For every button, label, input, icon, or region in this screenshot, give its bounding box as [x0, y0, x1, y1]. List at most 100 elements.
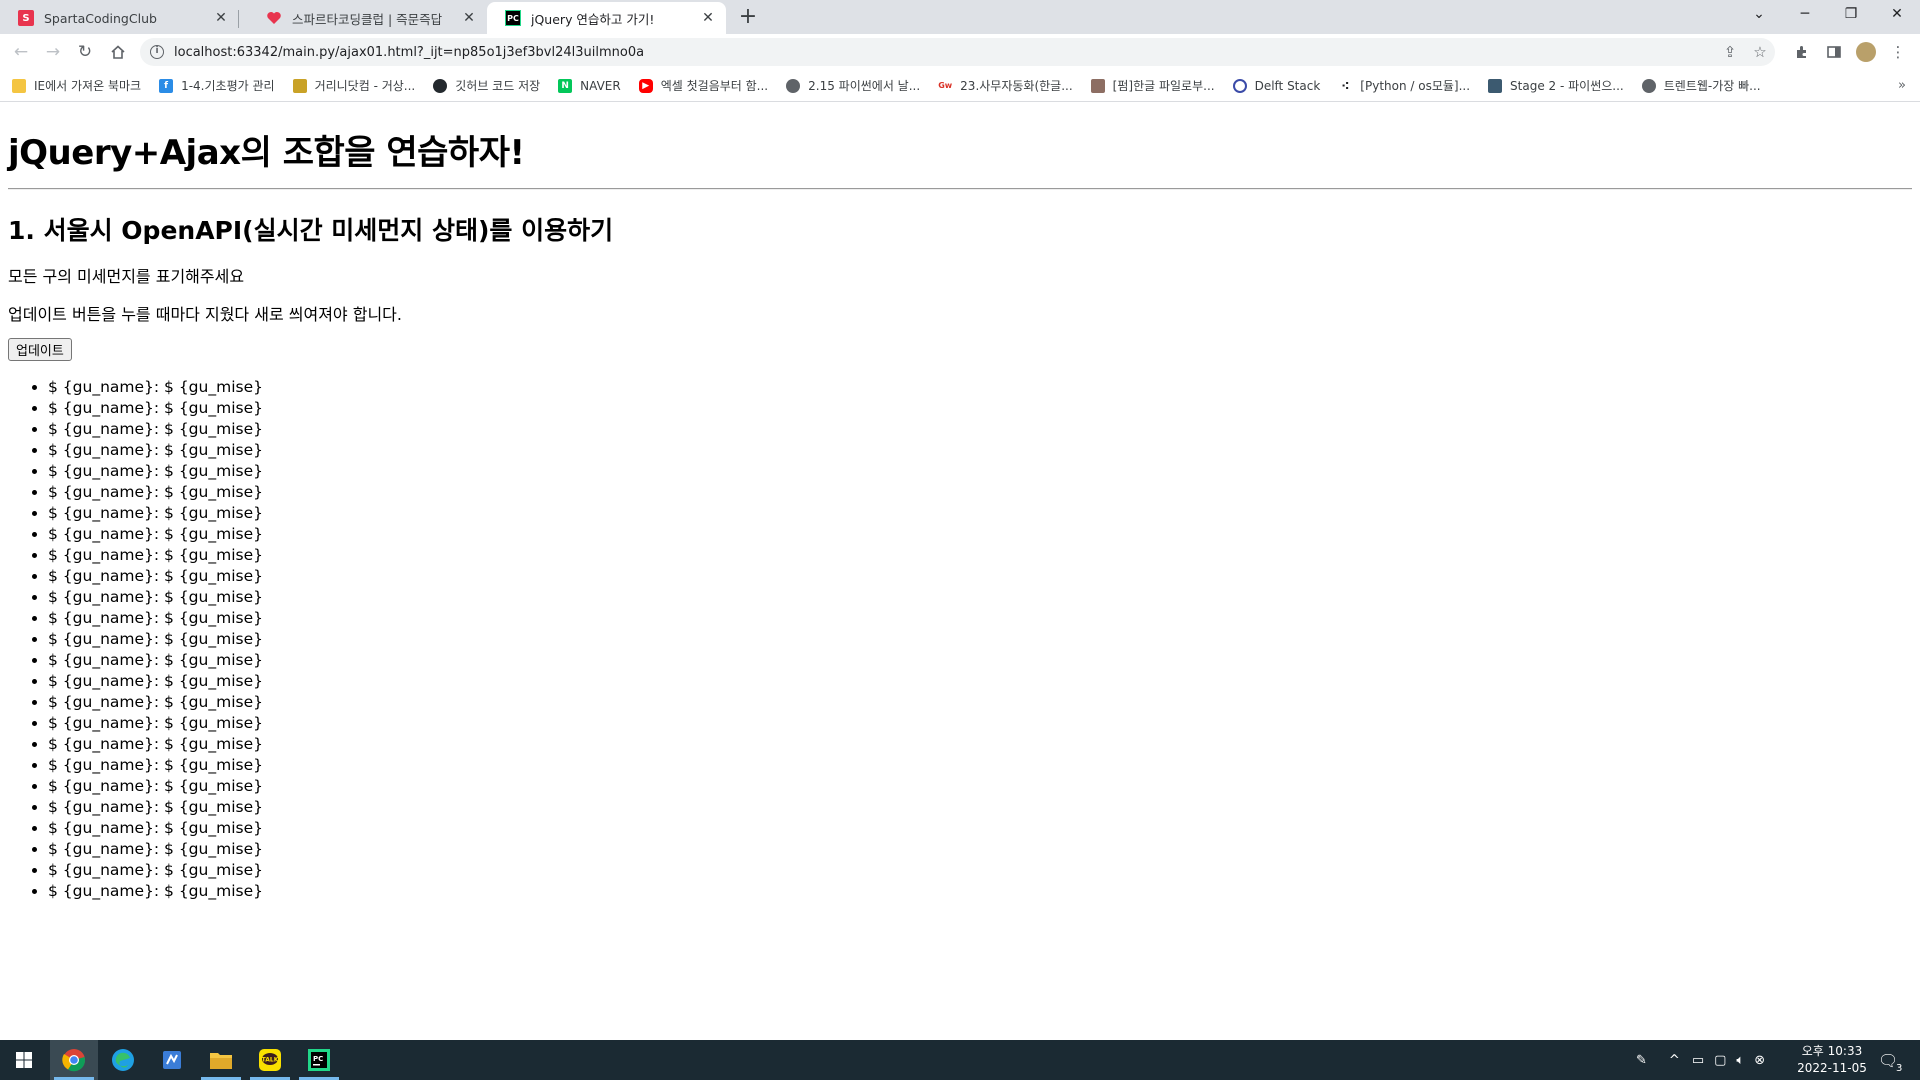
volume-icon[interactable]: 🔈︎ — [1736, 1053, 1744, 1068]
more-menu-icon[interactable]: ⋮ — [1886, 40, 1910, 64]
kakaotalk-app-icon[interactable]: TALK — [246, 1040, 294, 1080]
home-icon[interactable] — [106, 40, 130, 64]
mise-list: $ {gu_name}: $ {gu_mise}$ {gu_name}: $ {… — [8, 377, 263, 902]
bookmark-label: NAVER — [580, 78, 621, 93]
close-window-button[interactable]: ✕ — [1874, 0, 1920, 28]
clock[interactable]: 오후 10:33 2022-11-05 — [1792, 1043, 1872, 1077]
list-item: $ {gu_name}: $ {gu_mise} — [48, 755, 263, 776]
tab-title: 스파르타코딩클럽 | 즉문즉답 — [292, 11, 443, 27]
divider — [8, 188, 1912, 190]
ime-icon[interactable]: ⊗ — [1754, 1053, 1765, 1068]
bookmark-python-date[interactable]: 2.15 파이썬에서 날... — [786, 77, 920, 94]
instruction-text: 모든 구의 미세먼지를 표기해주세요 — [8, 267, 245, 286]
clock-date: 2022-11-05 — [1797, 1061, 1867, 1075]
bookmark-stage2[interactable]: Stage 2 - 파이썬으... — [1488, 77, 1624, 94]
close-icon[interactable]: ✕ — [213, 10, 229, 26]
device-icon[interactable]: ▭ — [1692, 1053, 1704, 1068]
chevron-up-icon[interactable]: ^ — [1669, 1053, 1680, 1068]
bookmark-delft-stack[interactable]: Delft Stack — [1232, 78, 1321, 93]
page-content: jQuery+Ajax의 조합을 연습하자! 1. 서울시 OpenAPI(실시… — [0, 103, 1920, 1040]
bookmark-ie-folder[interactable]: IE에서 가져온 북마크 — [12, 77, 141, 94]
list-item: $ {gu_name}: $ {gu_mise} — [48, 713, 263, 734]
list-item: $ {gu_name}: $ {gu_mise} — [48, 860, 263, 881]
bookmark-trendweb[interactable]: 트렌트웹-가장 빠... — [1641, 77, 1761, 94]
tab-search-icon[interactable]: ⌄ — [1736, 0, 1782, 28]
back-arrow-icon[interactable]: ← — [9, 40, 33, 64]
bookmarks-bar: IE에서 가져온 북마크 f 1-4.기초평가 관리 거리니닷컴 - 거상... … — [0, 70, 1920, 102]
bookmark-label: 23.사무자동화(한글... — [960, 79, 1073, 93]
reload-icon[interactable]: ↻ — [73, 40, 97, 64]
bookmark-label: 트렌트웹-가장 빠... — [1663, 79, 1761, 93]
bookmark-hangul-file[interactable]: [펌]한글 파일로부... — [1090, 77, 1215, 94]
bookmark-gersang[interactable]: 거리니닷컴 - 거상... — [292, 77, 415, 94]
minimize-button[interactable]: ─ — [1782, 0, 1828, 28]
naver-icon: N — [558, 78, 573, 93]
site-info-icon[interactable]: i — [150, 45, 164, 59]
svg-text:TALK: TALK — [262, 1057, 279, 1064]
side-panel-icon[interactable] — [1822, 40, 1846, 64]
list-item: $ {gu_name}: $ {gu_mise} — [48, 524, 263, 545]
share-icon[interactable]: ⇪ — [1715, 43, 1745, 61]
clock-time: 오후 10:33 — [1801, 1044, 1863, 1058]
edge-app-icon[interactable] — [99, 1040, 147, 1080]
dots-icon: ⁖ — [1338, 78, 1353, 93]
delft-icon — [1232, 78, 1247, 93]
tab-spartacodingclub[interactable]: S SpartaCodingClub ✕ — [0, 2, 239, 34]
bookmark-office-automation[interactable]: Gw 23.사무자동화(한글... — [938, 77, 1073, 94]
bookmark-label: 2.15 파이썬에서 날... — [808, 79, 921, 93]
update-button[interactable]: 업데이트 — [8, 338, 72, 361]
globe-icon — [1641, 78, 1656, 93]
file-explorer-app-icon[interactable] — [197, 1040, 245, 1080]
bookmark-naver[interactable]: N NAVER — [558, 78, 621, 93]
page-title: jQuery+Ajax의 조합을 연습하자! — [8, 133, 525, 173]
close-icon[interactable]: ✕ — [461, 10, 477, 26]
sparta-favicon-icon: S — [18, 10, 34, 26]
github-icon — [433, 78, 448, 93]
list-item: $ {gu_name}: $ {gu_mise} — [48, 419, 263, 440]
list-item: $ {gu_name}: $ {gu_mise} — [48, 482, 263, 503]
chrome-app-icon[interactable] — [50, 1040, 98, 1080]
tab-title: jQuery 연습하고 가기! — [531, 11, 655, 27]
url-text[interactable]: localhost:63342/main.py/ajax01.html?_ijt… — [174, 45, 1715, 60]
close-icon[interactable]: ✕ — [700, 10, 716, 26]
bookmark-label: Delft Stack — [1254, 78, 1321, 93]
network-icon[interactable]: ▢ — [1714, 1053, 1726, 1068]
bookmarks-overflow-icon[interactable]: » — [1898, 78, 1906, 93]
bookmark-python-os[interactable]: ⁖ [Python / os모듈]... — [1338, 77, 1470, 94]
folder-icon — [12, 78, 26, 93]
address-bar[interactable]: i localhost:63342/main.py/ajax01.html?_i… — [140, 38, 1775, 66]
extensions-icon[interactable] — [1790, 40, 1814, 64]
bookmark-label: 1-4.기초평가 관리 — [181, 79, 275, 93]
bookmark-label: 엑셀 첫걸음부터 함... — [660, 79, 769, 93]
list-item: $ {gu_name}: $ {gu_mise} — [48, 839, 263, 860]
list-item: $ {gu_name}: $ {gu_mise} — [48, 881, 263, 902]
profile-avatar[interactable] — [1854, 40, 1878, 64]
notification-center[interactable]: 🗨︎ 3 — [1878, 1040, 1905, 1080]
list-item: $ {gu_name}: $ {gu_mise} — [48, 797, 263, 818]
restore-button[interactable]: ❐ — [1828, 0, 1874, 28]
forward-arrow-icon[interactable]: → — [41, 40, 65, 64]
bird-icon — [292, 78, 307, 93]
pycharm-favicon-icon: PC — [505, 10, 521, 26]
notification-icon: 🗨︎ 3 — [1878, 1050, 1905, 1074]
start-button[interactable] — [0, 1040, 48, 1080]
list-item: $ {gu_name}: $ {gu_mise} — [48, 545, 263, 566]
pen-icon[interactable]: ✎ — [1636, 1053, 1647, 1068]
bookmark-excel-youtube[interactable]: ▶ 엑셀 첫걸음부터 함... — [638, 77, 769, 94]
bookmark-star-icon[interactable]: ☆ — [1745, 43, 1775, 61]
bookmark-basic-eval[interactable]: f 1-4.기초평가 관리 — [159, 77, 275, 94]
heart-favicon-icon — [266, 10, 282, 26]
f-icon: f — [159, 78, 174, 93]
bookmark-github[interactable]: 깃허브 코드 저장 — [433, 77, 540, 94]
list-item: $ {gu_name}: $ {gu_mise} — [48, 566, 263, 587]
excel-app-icon[interactable] — [148, 1040, 196, 1080]
stage-icon — [1488, 78, 1503, 93]
system-tray: ✎ ^ ▭ ▢ 🔈︎ ⊗ — [1636, 1040, 1765, 1080]
new-tab-button[interactable]: + — [736, 6, 760, 30]
list-item: $ {gu_name}: $ {gu_mise} — [48, 503, 263, 524]
pycharm-app-icon[interactable]: PC — [295, 1040, 343, 1080]
tab-sparta-qna[interactable]: 스파르타코딩클럽 | 즉문즉답 ✕ — [248, 2, 487, 34]
window-controls: ⌄ ─ ❐ ✕ — [1736, 0, 1920, 28]
tab-jquery-practice[interactable]: PC jQuery 연습하고 가기! ✕ — [487, 2, 726, 34]
list-item: $ {gu_name}: $ {gu_mise} — [48, 440, 263, 461]
